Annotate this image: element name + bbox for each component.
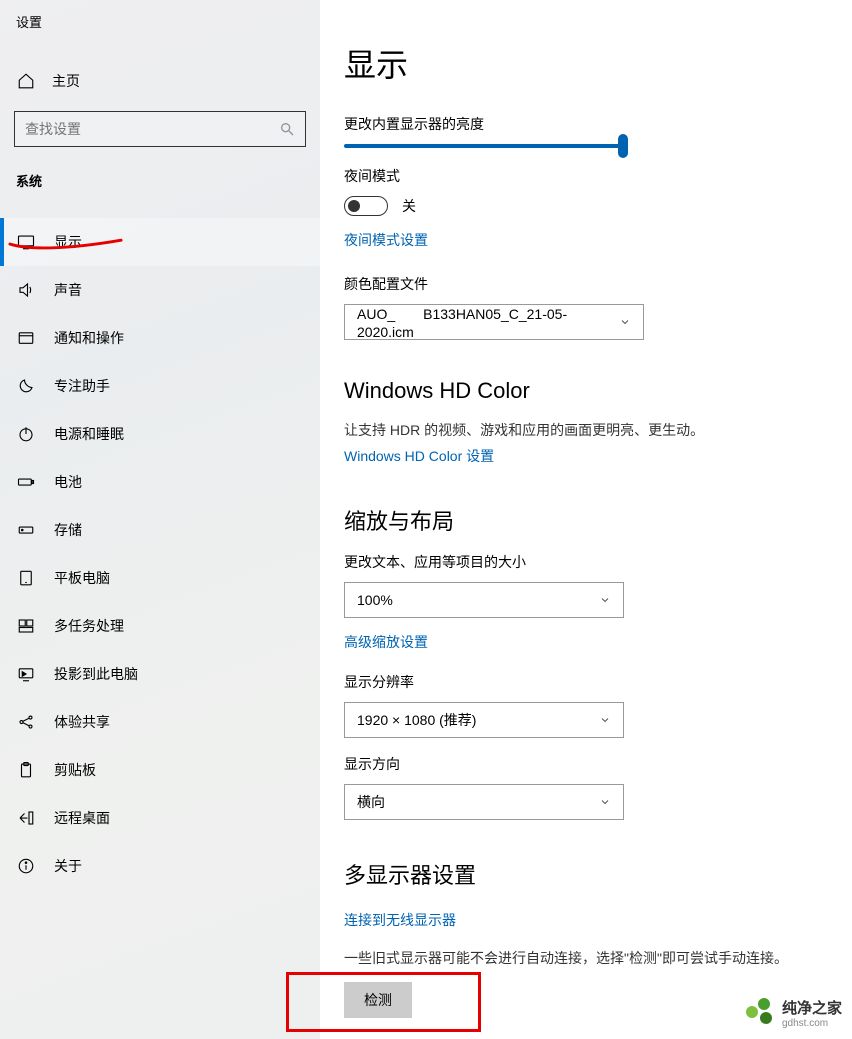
toggle-state: 关 — [402, 196, 416, 216]
home-nav[interactable]: 主页 — [0, 59, 320, 103]
resolution-select[interactable]: 1920 × 1080 (推荐) — [344, 702, 624, 738]
orientation-select[interactable]: 横向 — [344, 784, 624, 820]
multi-heading: 多显示器设置 — [344, 858, 852, 890]
window-title: 设置 — [0, 0, 320, 39]
sidebar-item-power[interactable]: 电源和睡眠 — [0, 410, 320, 458]
night-mode-toggle[interactable] — [344, 196, 388, 216]
nav-list: 显示 声音 通知和操作 专注助手 — [0, 218, 320, 890]
clipboard-icon — [16, 760, 36, 780]
power-icon — [16, 424, 36, 444]
brightness-slider[interactable] — [344, 144, 624, 148]
monitor-icon — [16, 232, 36, 252]
sidebar-item-multitask[interactable]: 多任务处理 — [0, 602, 320, 650]
sidebar-item-label: 通知和操作 — [54, 328, 124, 348]
sidebar-item-battery[interactable]: 电池 — [0, 458, 320, 506]
sidebar: 设置 主页 系统 显示 声 — [0, 0, 320, 1039]
sidebar-item-label: 关于 — [54, 856, 82, 876]
chevron-down-icon — [619, 316, 631, 328]
sidebar-item-tablet[interactable]: 平板电脑 — [0, 554, 320, 602]
hdcolor-desc: 让支持 HDR 的视频、游戏和应用的画面更明亮、更生动。 — [344, 420, 814, 440]
detect-button[interactable]: 检测 — [344, 982, 412, 1018]
page-title: 显示 — [344, 40, 852, 86]
home-label: 主页 — [52, 71, 80, 91]
sidebar-item-sound[interactable]: 声音 — [0, 266, 320, 314]
remote-icon — [16, 808, 36, 828]
share-icon — [16, 712, 36, 732]
multi-desc: 一些旧式显示器可能不会进行自动连接，选择"检测"即可尝试手动连接。 — [344, 948, 814, 968]
sidebar-item-label: 体验共享 — [54, 712, 110, 732]
sidebar-item-label: 远程桌面 — [54, 808, 110, 828]
group-header: 系统 — [0, 147, 320, 198]
hdcolor-link[interactable]: Windows HD Color 设置 — [344, 446, 494, 466]
hdcolor-heading: Windows HD Color — [344, 378, 852, 404]
color-profile-select[interactable]: AUO_ B133HAN05_C_21-05-2020.icm — [344, 304, 644, 340]
color-profile-label: 颜色配置文件 — [344, 274, 852, 294]
chevron-down-icon — [599, 714, 611, 726]
chevron-down-icon — [599, 594, 611, 606]
main-panel: 显示 更改内置显示器的亮度 夜间模式 关 夜间模式设置 颜色配置文件 AUO_ … — [320, 0, 852, 1039]
sidebar-item-share[interactable]: 体验共享 — [0, 698, 320, 746]
watermark: 纯净之家 gdhst.com — [746, 997, 842, 1029]
resolution-label: 显示分辨率 — [344, 672, 852, 692]
select-value: 1920 × 1080 (推荐) — [357, 710, 476, 730]
sidebar-item-label: 声音 — [54, 280, 82, 300]
battery-icon — [16, 472, 36, 492]
tablet-icon — [16, 568, 36, 588]
sidebar-item-label: 平板电脑 — [54, 568, 110, 588]
info-icon — [16, 856, 36, 876]
project-icon — [16, 664, 36, 684]
sidebar-item-about[interactable]: 关于 — [0, 842, 320, 890]
wireless-display-link[interactable]: 连接到无线显示器 — [344, 910, 456, 930]
select-value: 100% — [357, 592, 393, 608]
sidebar-item-storage[interactable]: 存储 — [0, 506, 320, 554]
sidebar-item-project[interactable]: 投影到此电脑 — [0, 650, 320, 698]
toggle-knob — [348, 200, 360, 212]
search-input[interactable] — [25, 121, 279, 137]
watermark-logo-icon — [746, 998, 776, 1028]
sidebar-item-remote[interactable]: 远程桌面 — [0, 794, 320, 842]
sidebar-item-focus[interactable]: 专注助手 — [0, 362, 320, 410]
search-box[interactable] — [14, 111, 306, 147]
sidebar-item-label: 剪贴板 — [54, 760, 96, 780]
home-icon — [16, 71, 36, 91]
orientation-label: 显示方向 — [344, 754, 852, 774]
search-icon — [279, 121, 295, 137]
sidebar-item-label: 专注助手 — [54, 376, 110, 396]
sidebar-item-label: 多任务处理 — [54, 616, 124, 636]
slider-thumb[interactable] — [618, 134, 628, 158]
scale-label: 更改文本、应用等项目的大小 — [344, 552, 852, 572]
brightness-label: 更改内置显示器的亮度 — [344, 114, 852, 134]
watermark-name: 纯净之家 — [782, 1000, 842, 1017]
select-value: 横向 — [357, 792, 385, 812]
sidebar-item-label: 显示 — [54, 232, 82, 252]
sidebar-item-label: 电池 — [54, 472, 82, 492]
select-value: AUO_ B133HAN05_C_21-05-2020.icm — [357, 304, 619, 340]
scale-heading: 缩放与布局 — [344, 504, 852, 536]
sidebar-item-label: 电源和睡眠 — [54, 424, 124, 444]
scale-select[interactable]: 100% — [344, 582, 624, 618]
speaker-icon — [16, 280, 36, 300]
sidebar-item-label: 投影到此电脑 — [54, 664, 138, 684]
night-mode-label: 夜间模式 — [344, 166, 852, 186]
advanced-scale-link[interactable]: 高级缩放设置 — [344, 632, 428, 652]
sidebar-item-label: 存储 — [54, 520, 82, 540]
storage-icon — [16, 520, 36, 540]
watermark-url: gdhst.com — [782, 1018, 842, 1029]
multitask-icon — [16, 616, 36, 636]
sidebar-item-notifications[interactable]: 通知和操作 — [0, 314, 320, 362]
sidebar-item-clipboard[interactable]: 剪贴板 — [0, 746, 320, 794]
notification-icon — [16, 328, 36, 348]
moon-icon — [16, 376, 36, 396]
chevron-down-icon — [599, 796, 611, 808]
night-mode-settings-link[interactable]: 夜间模式设置 — [344, 230, 428, 250]
sidebar-item-display[interactable]: 显示 — [0, 218, 320, 266]
